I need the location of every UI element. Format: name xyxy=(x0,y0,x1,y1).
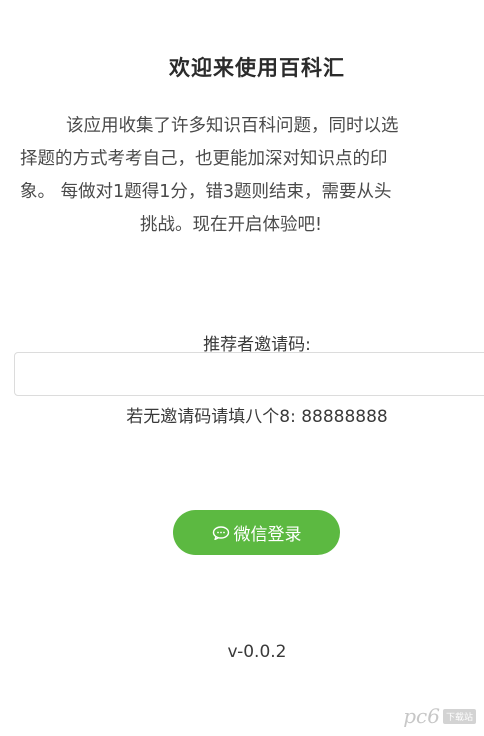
welcome-page: 欢迎来使用百科汇 该应用收集了许多知识百科问题，同时以选 择题的方式考考自己，也… xyxy=(0,0,484,736)
intro-line: 挑战。现在开启体验吧! xyxy=(140,215,323,235)
wechat-login-label: 微信登录 xyxy=(233,525,302,545)
intro-line: 择题的方式考考自己，也更能加深对知识点的印 xyxy=(20,149,388,169)
watermark-site-label: 下载站 xyxy=(442,708,476,724)
watermark-logo: pc6 xyxy=(403,704,440,728)
version-label: v-0.0.2 xyxy=(227,642,287,662)
intro-line: 该应用收集了许多知识百科问题，同时以选 xyxy=(66,116,399,136)
invite-code-input[interactable] xyxy=(14,352,484,396)
site-watermark: pc6 下载站 xyxy=(403,704,476,728)
intro-line: 象。 每做对1题得1分，错3题则结束，需要从头 xyxy=(20,182,392,202)
chat-bubble-icon xyxy=(212,525,229,540)
intro-text: 该应用收集了许多知识百科问题，同时以选 择题的方式考考自己，也更能加深对知识点的… xyxy=(0,110,484,240)
page-title: 欢迎来使用百科汇 xyxy=(169,56,345,80)
wechat-login-button[interactable]: 微信登录 xyxy=(173,510,340,555)
invite-code-hint: 若无邀请码请填八个8: 88888888 xyxy=(126,407,388,427)
